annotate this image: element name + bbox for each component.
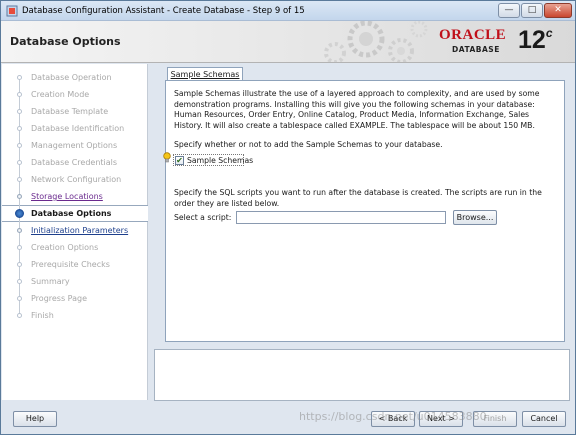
logo-database-text: DATABASE	[452, 45, 500, 54]
maximize-button[interactable]: □	[521, 3, 543, 18]
sample-schemas-checkbox-label[interactable]: Sample Schemas	[187, 156, 253, 165]
step-circle-icon	[17, 92, 22, 97]
step-circle-icon	[17, 262, 22, 267]
header-banner: Database Options ORACLE DATABASE 12c	[1, 21, 575, 63]
dbca-window: Database Configuration Assistant - Creat…	[0, 0, 576, 435]
step-creation-options: Creation Options	[2, 239, 148, 256]
help-button[interactable]: Help	[13, 411, 57, 427]
sample-schemas-description: Sample Schemas illustrate the use of a l…	[174, 89, 540, 130]
step-circle-icon	[17, 296, 22, 301]
page-title: Database Options	[10, 35, 121, 48]
select-script-label: Select a script:	[174, 213, 232, 222]
step-database-identification: Database Identification	[2, 120, 148, 137]
step-circle-icon	[17, 109, 22, 114]
logo-version: 12c	[518, 26, 553, 54]
sample-schemas-panel: Sample Schemas illustrate the use of a l…	[163, 80, 565, 342]
message-area	[154, 349, 570, 401]
step-circle-icon	[17, 245, 22, 250]
minimize-button[interactable]: —	[498, 3, 520, 18]
select-script-input[interactable]	[236, 211, 446, 224]
title-bar[interactable]: Database Configuration Assistant - Creat…	[1, 1, 575, 21]
step-summary: Summary	[2, 273, 148, 290]
step-circle-icon	[17, 279, 22, 284]
step-prerequisite-checks: Prerequisite Checks	[2, 256, 148, 273]
gears-decoration-icon	[324, 21, 428, 62]
step-management-options: Management Options	[2, 137, 148, 154]
sample-schemas-checkbox[interactable]: ✔	[175, 156, 184, 165]
step-network-configuration: Network Configuration	[2, 171, 148, 188]
cancel-button[interactable]: Cancel	[522, 411, 566, 427]
step-storage-locations[interactable]: Storage Locations	[2, 188, 148, 205]
tab-sample-schemas[interactable]: Sample Schemas	[167, 67, 243, 81]
sample-schemas-checkbox-group[interactable]: ✔ Sample Schemas	[173, 154, 253, 166]
step-circle-icon	[17, 228, 22, 233]
step-progress-page: Progress Page	[2, 290, 148, 307]
step-initialization-parameters[interactable]: Initialization Parameters	[2, 222, 148, 239]
steps-sidebar: Database Operation Creation Mode Databas…	[2, 64, 148, 400]
specify-instruction: Specify whether or not to add the Sample…	[174, 140, 443, 149]
logo-oracle-text: ORACLE	[439, 27, 507, 43]
step-database-options: Database Options	[2, 205, 148, 222]
step-circle-icon	[17, 75, 22, 80]
step-database-template: Database Template	[2, 103, 148, 120]
window-title: Database Configuration Assistant - Creat…	[22, 6, 305, 16]
content-area: Sample Schemas Sample Schemas illustrate…	[156, 64, 570, 344]
step-circle-icon	[17, 313, 22, 318]
oracle-logo: ORACLE DATABASE 12c	[436, 26, 558, 57]
step-circle-icon	[17, 194, 22, 199]
footer-bar: Help < Back Next > Finish Cancel	[1, 403, 575, 434]
step-circle-icon	[17, 160, 22, 165]
step-circle-icon	[17, 126, 22, 131]
app-icon	[6, 5, 18, 17]
back-button[interactable]: < Back	[371, 411, 415, 427]
step-database-operation: Database Operation	[2, 69, 148, 86]
browse-button[interactable]: Browse...	[453, 210, 497, 225]
step-finish: Finish	[2, 307, 148, 324]
current-step-icon	[15, 209, 24, 218]
next-button[interactable]: Next >	[419, 411, 463, 427]
close-button[interactable]: ✕	[544, 3, 572, 18]
scripts-instruction: Specify the SQL scripts you want to run …	[174, 188, 542, 208]
lightbulb-icon	[163, 152, 171, 163]
finish-button: Finish	[473, 411, 517, 427]
step-circle-icon	[17, 177, 22, 182]
step-circle-icon	[17, 143, 22, 148]
step-database-credentials: Database Credentials	[2, 154, 148, 171]
step-creation-mode: Creation Mode	[2, 86, 148, 103]
